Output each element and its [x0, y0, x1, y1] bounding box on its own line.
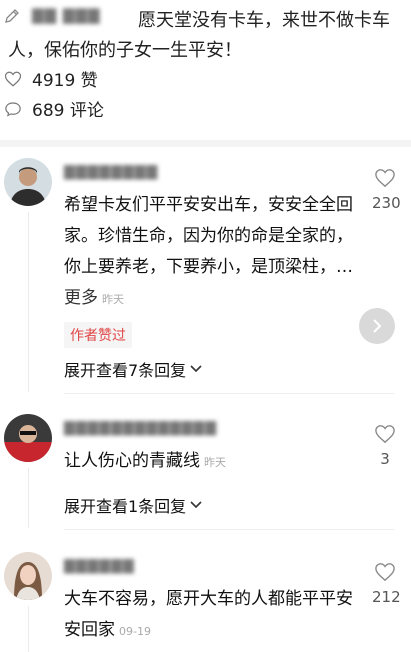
heart-icon: [4, 71, 22, 87]
chevron-down-icon: [190, 365, 202, 373]
comments-stat[interactable]: 689 评论: [4, 96, 104, 121]
like-button[interactable]: 212: [372, 562, 401, 606]
post-text-content: 愿天堂没有卡车，来世不做卡车人，保佑你的子女一生平安！: [8, 10, 390, 61]
comment-username[interactable]: ▇▇▇▇▇▇▇▇▇▇▇▇▇: [64, 420, 217, 436]
section-divider: [0, 140, 411, 147]
post-header: ▇▇ ▇▇▇ 愿天堂没有卡车，来世不做卡车人，保佑你的子女一生平安！ 4919 …: [0, 0, 411, 140]
like-button[interactable]: 3: [372, 424, 398, 468]
expand-replies-label: 展开查看7条回复: [64, 361, 187, 380]
likes-stat[interactable]: 4919 赞: [4, 66, 98, 91]
comment-divider: [64, 529, 394, 530]
like-count: 212: [372, 588, 401, 606]
more-link[interactable]: 更多: [64, 288, 98, 308]
thread-line: [28, 606, 29, 652]
comment-text: 希望卡友们平平安安出车，安安全全回家。珍惜生命，因为你的命是全家的，你上要养老，…: [64, 190, 364, 315]
comment-body: 大车不容易，愿开大车的人都能平平安安回家: [64, 589, 353, 640]
expand-replies-label: 展开查看1条回复: [64, 497, 187, 516]
chevron-right-icon: [373, 319, 382, 333]
thread-line: [28, 468, 29, 528]
author-liked-badge: 作者赞过: [64, 322, 132, 348]
comment-time: 昨天: [102, 293, 124, 306]
avatar[interactable]: [4, 552, 52, 600]
thread-line: [28, 212, 29, 392]
like-count: 3: [380, 450, 390, 468]
expand-replies[interactable]: 展开查看1条回复: [64, 493, 202, 517]
comment-text: 让人伤心的青藏线 昨天: [64, 446, 364, 478]
comment-text: 大车不容易，愿开大车的人都能平平安安回家 09-19: [64, 584, 364, 647]
likes-count: 4919 赞: [32, 71, 98, 91]
comments-count: 689 评论: [32, 101, 104, 121]
expand-replies[interactable]: 展开查看7条回复: [64, 357, 202, 381]
comment-username[interactable]: ▇▇▇▇▇▇: [64, 558, 135, 574]
chevron-down-icon: [190, 501, 202, 509]
avatar[interactable]: [4, 414, 52, 462]
comment-body: 希望卡友们平平安安出车，安安全全回家。珍惜生命，因为你的命是全家的，你上要养老，…: [64, 195, 353, 277]
heart-icon: [375, 425, 395, 444]
like-count: 230: [372, 194, 401, 212]
like-button[interactable]: 230: [372, 168, 401, 212]
comment-time: 昨天: [204, 456, 226, 469]
avatar[interactable]: [4, 158, 52, 206]
forward-button[interactable]: [359, 308, 395, 344]
post-text: 愿天堂没有卡车，来世不做卡车人，保佑你的子女一生平安！: [8, 6, 406, 66]
heart-icon: [375, 169, 395, 188]
comment-divider: [64, 393, 394, 394]
comment-time: 09-19: [119, 625, 151, 638]
comment-body: 让人伤心的青藏线: [64, 451, 200, 471]
comment-username[interactable]: ▇▇▇▇▇▇▇▇: [64, 164, 158, 180]
comment-icon: [5, 101, 21, 116]
heart-icon: [375, 563, 395, 582]
